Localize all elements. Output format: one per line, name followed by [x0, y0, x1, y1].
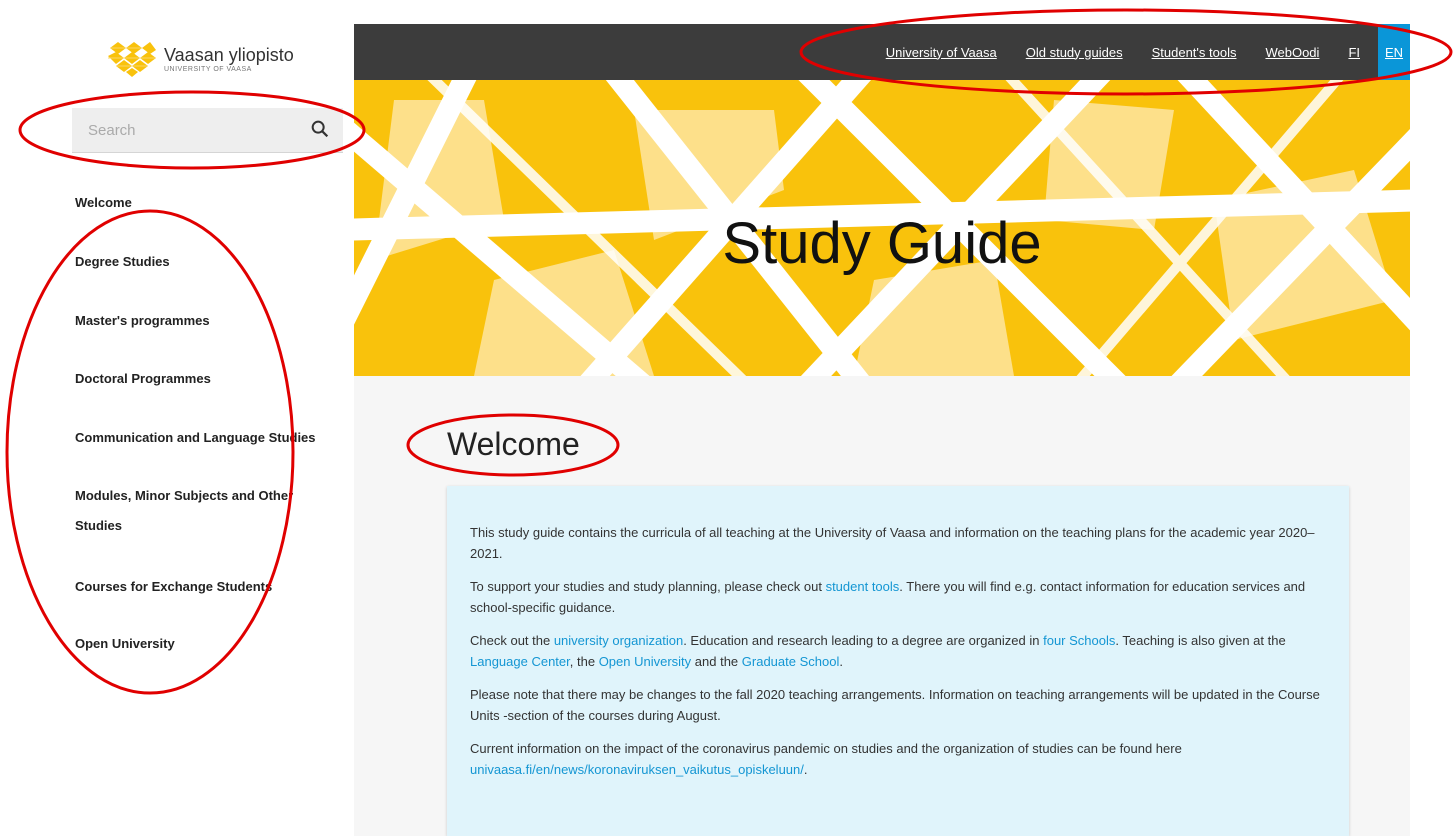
sidebar-item-communication-language[interactable]: Communication and Language Studies [75, 423, 325, 453]
lang-en-link[interactable]: EN [1378, 24, 1410, 80]
coronavirus-paragraph: Current information on the impact of the… [470, 741, 1182, 777]
main-content: Welcome This study guide contains the cu… [354, 376, 1410, 836]
sidebar-item-welcome[interactable]: Welcome [75, 188, 325, 218]
organization-paragraph: Check out the university organization. E… [470, 633, 1286, 669]
nav-link-students-tools[interactable]: Student's tools [1152, 45, 1237, 60]
logo-name: Vaasan yliopisto [164, 44, 294, 65]
search-icon[interactable] [309, 118, 331, 140]
search-input[interactable] [72, 108, 308, 152]
sidebar-item-open-university[interactable]: Open University [75, 629, 325, 659]
logo[interactable]: Vaasan yliopisto UNIVERSITY OF VAASA [106, 40, 294, 78]
sidebar-item-modules-minor[interactable]: Modules, Minor Subjects and Other Studie… [75, 481, 305, 541]
nav-link-old-study-guides[interactable]: Old study guides [1026, 45, 1123, 60]
coronavirus-news-link[interactable]: univaasa.fi/en/news/koronaviruksen_vaiku… [470, 762, 804, 777]
top-navigation-bar: University of Vaasa Old study guides Stu… [354, 24, 1410, 80]
nav-link-weboodi[interactable]: WebOodi [1265, 45, 1319, 60]
teaching-changes-paragraph: Please note that there may be changes to… [470, 687, 1320, 723]
student-tools-link[interactable]: student tools [826, 579, 900, 594]
top-nav-links: University of Vaasa Old study guides Stu… [886, 24, 1410, 80]
nav-link-university-of-vaasa[interactable]: University of Vaasa [886, 45, 997, 60]
heart-logo-icon [108, 42, 156, 77]
four-schools-link[interactable]: four Schools [1043, 633, 1115, 648]
student-tools-paragraph: To support your studies and study planni… [470, 579, 1306, 615]
graduate-school-link[interactable]: Graduate School [742, 654, 840, 669]
sidebar-item-degree-studies[interactable]: Degree Studies [75, 247, 325, 277]
intro-paragraph: This study guide contains the curricula … [470, 525, 1315, 561]
lang-fi-link[interactable]: FI [1348, 45, 1360, 60]
page-title: Welcome [447, 426, 580, 462]
logo-subtitle: UNIVERSITY OF VAASA [164, 65, 252, 73]
sidebar-item-doctoral-programmes[interactable]: Doctoral Programmes [75, 364, 325, 394]
language-center-link[interactable]: Language Center [470, 654, 570, 669]
sidebar: Vaasan yliopisto UNIVERSITY OF VAASA Wel… [0, 0, 354, 836]
sidebar-item-masters-programmes[interactable]: Master's programmes [75, 306, 325, 336]
hero-banner: Study Guide [354, 80, 1410, 376]
hero-title: Study Guide [722, 211, 1042, 276]
university-organization-link[interactable]: university organization [554, 633, 683, 648]
welcome-card: This study guide contains the curricula … [447, 486, 1349, 836]
search-box [72, 108, 343, 153]
sidebar-item-exchange-courses[interactable]: Courses for Exchange Students [75, 572, 325, 602]
open-university-link[interactable]: Open University [599, 654, 691, 669]
